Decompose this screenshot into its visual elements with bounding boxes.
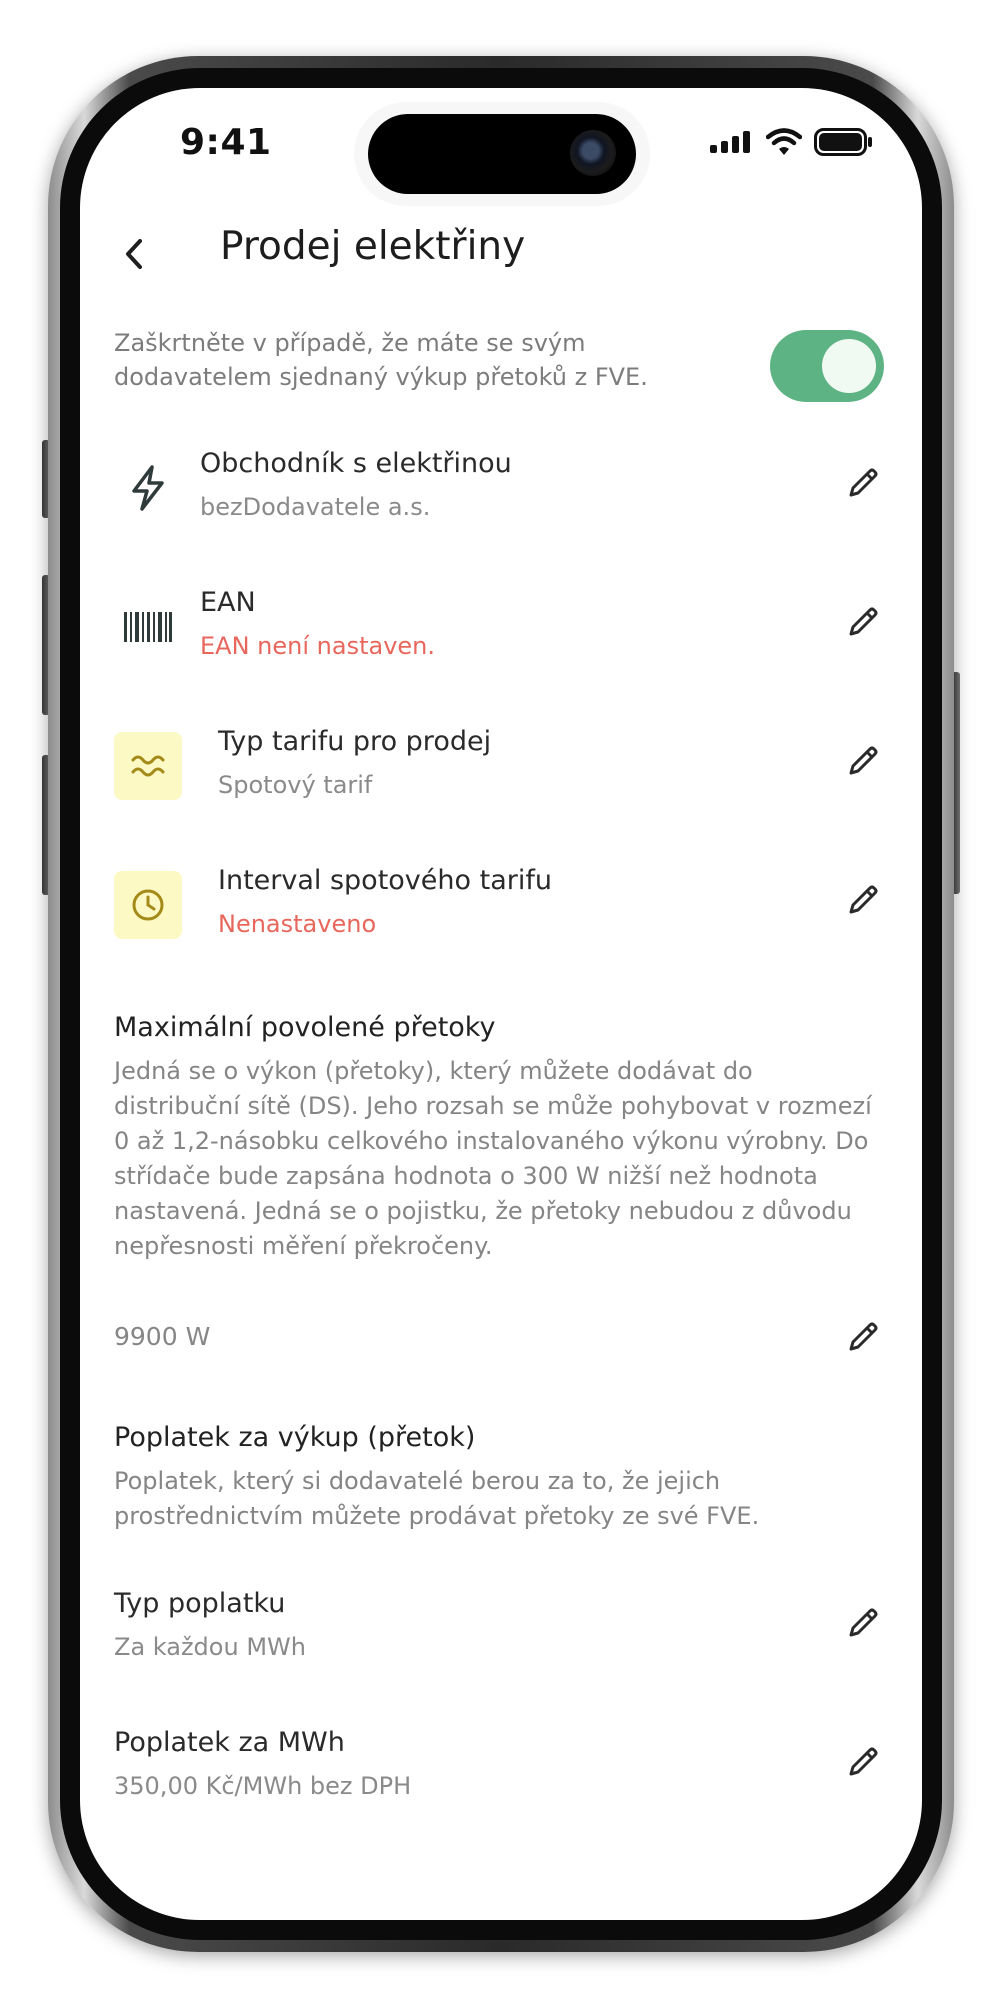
row-text: Typ poplatku Za každou MWh [114,1586,306,1664]
row-icon-wrap [114,454,182,522]
status-icons [710,128,872,156]
spot-interval-error-value: Nenastaveno [218,910,377,938]
tariff-type-value: Spotový tarif [218,771,373,799]
max-flow-value-row[interactable]: 9900 W [80,1314,922,1374]
wifi-icon [766,128,802,155]
ean-title: EAN [200,587,256,618]
ean-error-value: EAN není nastaven. [200,632,435,660]
row-icon-tile [114,732,182,800]
list-item-trader[interactable]: Obchodník s elektřinou bezDodavatele a.s… [80,446,922,556]
sell-toggle-description: Zaškrtněte v případě, že máte se svým do… [114,329,648,391]
row-text: Interval spotového tarifu Nenastaveno [218,863,552,941]
fee-heading: Poplatek za výkup (přetok) [114,1422,476,1453]
row-text: Typ tarifu pro prodej Spotový tarif [218,724,491,802]
status-time: 9:41 [180,122,272,163]
fee-type-value: Za každou MWh [114,1633,306,1661]
toggle-knob [822,339,876,393]
edit-trader-button[interactable] [840,460,886,506]
row-text: EAN EAN není nastaven. [200,585,435,663]
row-text: Poplatek za MWh 350,00 Kč/MWh bez DPH [114,1725,411,1803]
trader-value: bezDodavatele a.s. [200,493,431,521]
pencil-icon [849,1322,878,1351]
edit-fee-type-button[interactable] [840,1600,886,1646]
list-item-fee-per-mwh[interactable]: Poplatek za MWh 350,00 Kč/MWh bez DPH [80,1725,922,1835]
pencil-icon [849,885,878,914]
back-button[interactable] [106,226,162,282]
list-item-ean[interactable]: EAN EAN není nastaven. [80,585,922,695]
pencil-icon [849,1608,878,1637]
front-camera-icon [570,130,616,176]
row-text: Obchodník s elektřinou bezDodavatele a.s… [200,446,512,524]
pencil-icon [849,1747,878,1776]
chevron-left-icon [126,239,142,269]
edit-ean-button[interactable] [840,599,886,645]
max-flow-value: 9900 W [114,1322,211,1351]
fee-description: Poplatek, který si dodavatelé berou za t… [114,1467,760,1530]
list-item-fee-type[interactable]: Typ poplatku Za každou MWh [80,1586,922,1696]
list-item-spot-interval[interactable]: Interval spotového tarifu Nenastaveno [80,863,922,973]
edit-tariff-type-button[interactable] [840,738,886,784]
page-title: Prodej elektřiny [220,224,526,269]
max-flow-heading: Maximální povolené přetoky [114,1012,496,1043]
sell-toggle-switch[interactable] [770,330,884,402]
fee-type-title: Typ poplatku [114,1588,286,1619]
edit-max-flow-button[interactable] [840,1314,886,1360]
phone-mockup: 9:41 Prodej elektřiny Zaškrtněte v přípa… [0,0,1000,2000]
cellular-signal-icon [710,131,750,153]
edit-spot-interval-button[interactable] [840,877,886,923]
barcode-icon [124,612,172,642]
row-icon-tile [114,871,182,939]
spot-interval-title: Interval spotového tarifu [218,865,552,896]
screen: 9:41 Prodej elektřiny Zaškrtněte v přípa… [80,88,922,1920]
clock-icon [132,889,164,921]
tariff-wave-icon [131,755,165,777]
fee-per-mwh-title: Poplatek za MWh [114,1727,345,1758]
max-flow-description: Jedná se o výkon (přetoky), který můžete… [114,1057,872,1260]
row-icon-wrap [114,593,182,661]
tariff-type-title: Typ tarifu pro prodej [218,726,492,757]
battery-icon [814,128,872,156]
pencil-icon [849,468,878,497]
fee-per-mwh-value: 350,00 Kč/MWh bez DPH [114,1772,412,1800]
pencil-icon [849,607,878,636]
pencil-icon [849,746,878,775]
edit-fee-per-mwh-button[interactable] [840,1739,886,1785]
trader-title: Obchodník s elektřinou [200,448,512,479]
lightning-icon [132,465,164,511]
list-item-tariff-type[interactable]: Typ tarifu pro prodej Spotový tarif [80,724,922,834]
